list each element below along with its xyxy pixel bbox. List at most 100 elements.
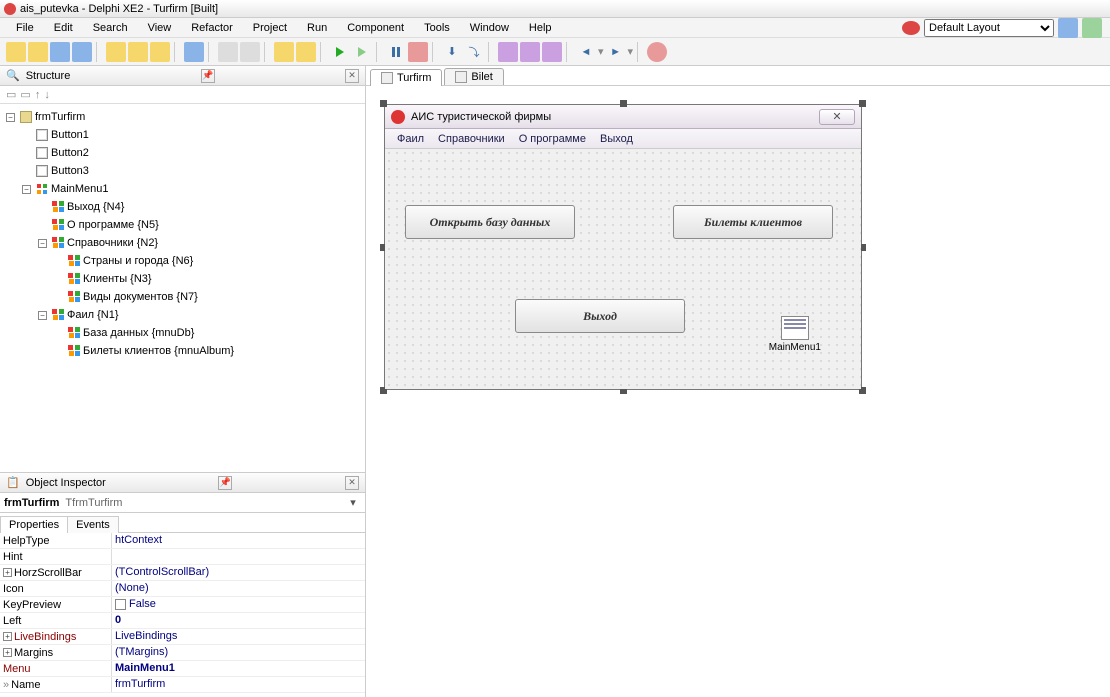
prop-name[interactable]: » Name xyxy=(0,677,112,692)
tree-item[interactable]: О программе {N5} xyxy=(67,216,159,234)
tree-item[interactable]: Билеты клиентов {mnuAlbum} xyxy=(83,342,234,360)
close-panel-icon[interactable]: ✕ xyxy=(345,69,359,83)
menu-view[interactable]: View xyxy=(140,20,180,36)
save-icon[interactable] xyxy=(50,42,70,62)
resize-handle[interactable] xyxy=(620,100,627,107)
structure-tree[interactable]: −frmTurfirm Button1 Button2 Button3 −Mai… xyxy=(0,104,365,472)
bp2-icon[interactable] xyxy=(520,42,540,62)
menu-file[interactable]: File xyxy=(8,20,42,36)
tree-collapse-icon[interactable]: − xyxy=(38,311,47,320)
stop-icon[interactable] xyxy=(408,42,428,62)
tab-properties[interactable]: Properties xyxy=(0,516,68,533)
tree-item[interactable]: Фаил {N1} xyxy=(67,306,119,324)
prop-name[interactable]: HelpType xyxy=(0,533,112,548)
pin-icon[interactable]: 📌 xyxy=(218,476,232,490)
prop-val[interactable]: (TMargins) xyxy=(112,645,365,660)
menu-project[interactable]: Project xyxy=(245,20,295,36)
tree-item[interactable]: Button2 xyxy=(51,144,89,162)
folder4-icon[interactable] xyxy=(296,42,316,62)
folder2-icon[interactable] xyxy=(240,42,260,62)
menu-help[interactable]: Help xyxy=(521,20,560,36)
expand-icon[interactable]: + xyxy=(3,632,12,641)
tree-root[interactable]: frmTurfirm xyxy=(35,108,85,126)
open-project-icon[interactable] xyxy=(106,42,126,62)
resize-handle[interactable] xyxy=(859,100,866,107)
form-selection[interactable]: АИС туристической фирмы ✕ Фаил Справочни… xyxy=(384,104,862,390)
form-menu-item[interactable]: Фаил xyxy=(391,131,430,147)
trace-into-icon[interactable]: ⬇ xyxy=(442,42,462,62)
pin-icon[interactable]: 📌 xyxy=(201,69,215,83)
nav-fwd-icon[interactable]: ► xyxy=(606,42,626,62)
saveall-icon[interactable] xyxy=(72,42,92,62)
tab-bilet[interactable]: Bilet xyxy=(444,68,503,85)
add-icon[interactable] xyxy=(128,42,148,62)
menu-component[interactable]: Component xyxy=(339,20,412,36)
menu-edit[interactable]: Edit xyxy=(46,20,81,36)
folder1-icon[interactable] xyxy=(218,42,238,62)
tab-events[interactable]: Events xyxy=(67,516,119,533)
close-panel-icon[interactable]: ✕ xyxy=(345,476,359,490)
open-icon[interactable] xyxy=(28,42,48,62)
layout-select[interactable]: Default Layout xyxy=(924,19,1054,37)
tb-icon[interactable]: ▭ xyxy=(6,88,16,101)
run-icon[interactable] xyxy=(330,42,350,62)
form-window[interactable]: АИС туристической фирмы ✕ Фаил Справочни… xyxy=(384,104,862,390)
form-client-area[interactable]: Открыть базу данных Билеты клиентов Выхо… xyxy=(385,149,861,389)
tree-item[interactable]: Справочники {N2} xyxy=(67,234,158,252)
form-close-icon[interactable]: ✕ xyxy=(819,109,855,125)
bp-icon[interactable] xyxy=(498,42,518,62)
prop-name[interactable]: Menu xyxy=(0,661,112,676)
prop-val[interactable]: MainMenu1 xyxy=(112,661,365,676)
layout-icon[interactable] xyxy=(1082,18,1102,38)
button-exit[interactable]: Выход xyxy=(515,299,685,333)
prop-name[interactable]: Left xyxy=(0,613,112,628)
dropdown-icon[interactable]: ▾ xyxy=(345,496,361,509)
globe2-icon[interactable] xyxy=(647,42,667,62)
tree-item[interactable]: Страны и города {N6} xyxy=(83,252,193,270)
step-over-icon[interactable]: ⤵ xyxy=(464,42,484,62)
run-nodebug-icon[interactable] xyxy=(352,42,372,62)
prop-name[interactable]: Icon xyxy=(0,581,112,596)
prop-val[interactable]: False xyxy=(112,597,365,612)
prop-val[interactable]: (None) xyxy=(112,581,365,596)
menu-run[interactable]: Run xyxy=(299,20,335,36)
checkbox-icon[interactable] xyxy=(115,599,126,610)
remove-icon[interactable] xyxy=(150,42,170,62)
menu-window[interactable]: Window xyxy=(462,20,517,36)
menu-tools[interactable]: Tools xyxy=(416,20,458,36)
tree-collapse-icon[interactable]: − xyxy=(38,239,47,248)
inspector-object-combo[interactable]: frmTurfirm TfrmTurfirm ▾ xyxy=(0,493,365,513)
tree-collapse-icon[interactable]: − xyxy=(6,113,15,122)
down-icon[interactable]: ↓ xyxy=(44,89,50,101)
prop-name[interactable]: Hint xyxy=(0,549,112,564)
inspector-grid[interactable]: HelpTypehtContext Hint +HorzScrollBar(TC… xyxy=(0,533,365,697)
form-menu-item[interactable]: О программе xyxy=(513,131,592,147)
nav-back-icon[interactable]: ◄ xyxy=(576,42,596,62)
prop-val[interactable] xyxy=(112,549,365,564)
prop-name[interactable]: +LiveBindings xyxy=(0,629,112,644)
form-titlebar[interactable]: АИС туристической фирмы ✕ xyxy=(385,105,861,129)
bp3-icon[interactable] xyxy=(542,42,562,62)
tree-collapse-icon[interactable]: − xyxy=(22,185,31,194)
mainmenu-component[interactable]: MainMenu1 xyxy=(769,316,821,353)
button-tickets[interactable]: Билеты клиентов xyxy=(673,205,833,239)
design-surface[interactable]: АИС туристической фирмы ✕ Фаил Справочни… xyxy=(366,86,1110,697)
prop-val[interactable]: 0 xyxy=(112,613,365,628)
tree-item[interactable]: Button3 xyxy=(51,162,89,180)
globe-icon[interactable] xyxy=(902,21,920,35)
form-menu-item[interactable]: Выход xyxy=(594,131,639,147)
menu-refactor[interactable]: Refactor xyxy=(183,20,241,36)
form-menu-item[interactable]: Справочники xyxy=(432,131,511,147)
resize-handle[interactable] xyxy=(380,100,387,107)
new-icon[interactable] xyxy=(6,42,26,62)
tb-icon[interactable]: ▭ xyxy=(20,88,30,101)
save-layout-icon[interactable] xyxy=(1058,18,1078,38)
prop-name[interactable]: +HorzScrollBar xyxy=(0,565,112,580)
prop-val[interactable]: LiveBindings xyxy=(112,629,365,644)
tree-item[interactable]: Выход {N4} xyxy=(67,198,124,216)
disk-icon[interactable] xyxy=(184,42,204,62)
tab-turfirm[interactable]: Turfirm xyxy=(370,69,442,86)
prop-val[interactable]: (TControlScrollBar) xyxy=(112,565,365,580)
up-icon[interactable]: ↑ xyxy=(35,89,41,101)
tree-item[interactable]: MainMenu1 xyxy=(51,180,108,198)
